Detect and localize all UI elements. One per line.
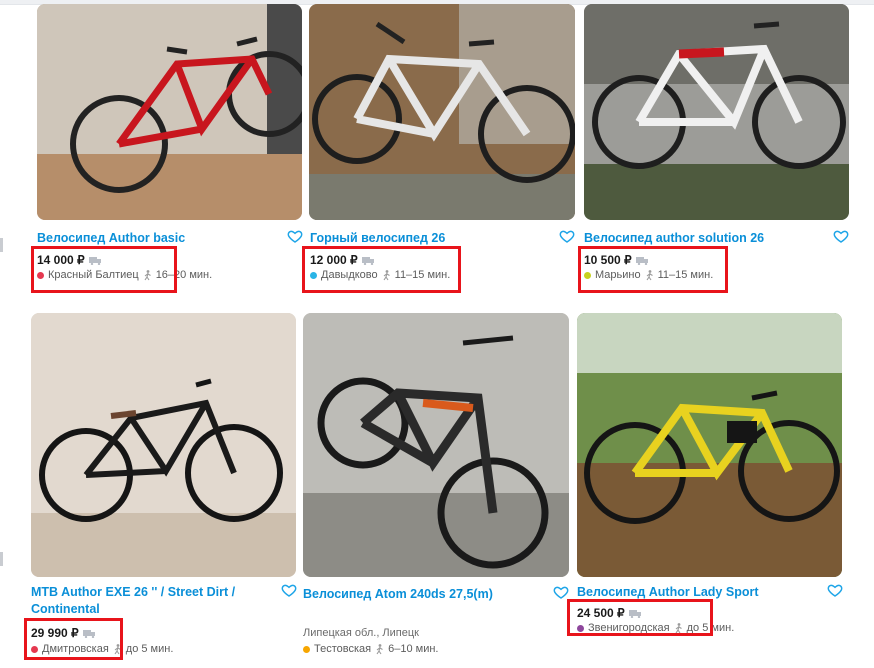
- heart-outline-icon[interactable]: [827, 582, 843, 598]
- listing-price: 10 500 ₽: [584, 253, 649, 267]
- listing-title[interactable]: Велосипед Atom 240ds 27,5(m): [303, 586, 548, 603]
- listing-title[interactable]: Велосипед Author Lady Sport: [577, 584, 822, 601]
- metro-line-dot: [37, 271, 44, 279]
- walk-time: 6–10 мин.: [388, 643, 439, 655]
- walk-time: 16–20 мин.: [155, 269, 213, 281]
- listing-title[interactable]: Велосипед author solution 26: [584, 230, 824, 247]
- heart-outline-icon[interactable]: [553, 584, 569, 600]
- price-value: 29 990 ₽: [31, 626, 79, 640]
- listing-price: 12 000 ₽: [310, 253, 375, 267]
- price-value: 24 500 ₽: [577, 606, 625, 620]
- listing-price: 14 000 ₽: [37, 253, 102, 267]
- listing-location: Тестовская 6–10 мин.: [303, 643, 438, 655]
- listing-photo[interactable]: [37, 4, 302, 220]
- metro-line-dot: [310, 271, 317, 279]
- listing-location: Красный Балтиец 16–20 мин.: [37, 269, 212, 281]
- walking-person-icon: [383, 269, 390, 280]
- bicycle-photo: [37, 4, 302, 220]
- metro-station: Красный Балтиец: [48, 269, 139, 281]
- listing-photo[interactable]: [31, 313, 296, 577]
- listing-title[interactable]: Горный велосипед 26: [310, 230, 550, 247]
- listing-title[interactable]: Велосипед Author basic: [37, 230, 277, 247]
- metro-line-dot: [577, 624, 584, 632]
- truck-icon: [361, 256, 374, 265]
- walk-time: до 5 мин.: [125, 643, 174, 655]
- listing-location: Дмитровская до 5 мин.: [31, 643, 173, 655]
- truck-icon: [628, 609, 641, 618]
- listing-price: 24 500 ₽: [577, 606, 642, 620]
- walking-person-icon: [646, 269, 653, 280]
- walking-person-icon: [376, 643, 383, 654]
- listing-photo[interactable]: [309, 4, 575, 220]
- listing-photo[interactable]: [577, 313, 842, 577]
- bicycle-photo: [577, 313, 842, 577]
- walking-person-icon: [675, 622, 682, 633]
- listing-photo[interactable]: [584, 4, 849, 220]
- listing-photo[interactable]: [303, 313, 569, 577]
- price-value: 14 000 ₽: [37, 253, 85, 267]
- truck-icon: [88, 256, 101, 265]
- metro-station: Тестовская: [314, 643, 372, 655]
- scroll-edge-marker: [0, 238, 3, 252]
- walking-person-icon: [114, 643, 121, 654]
- price-value: 12 000 ₽: [310, 253, 358, 267]
- truck-icon: [82, 629, 95, 638]
- bicycle-photo: [309, 4, 575, 220]
- heart-outline-icon[interactable]: [559, 228, 575, 244]
- walk-time: 11–15 мин.: [657, 269, 714, 281]
- metro-line-dot: [584, 271, 591, 279]
- bicycle-photo: [303, 313, 569, 577]
- listing-price: 29 990 ₽: [31, 626, 96, 640]
- scroll-edge-marker: [0, 552, 3, 566]
- listing-location: Давыдково 11–15 мин.: [310, 269, 450, 281]
- walk-time: 11–15 мин.: [394, 269, 451, 281]
- metro-station: Дмитровская: [42, 643, 109, 655]
- metro-station: Звенигородская: [588, 622, 670, 634]
- heart-outline-icon[interactable]: [281, 582, 297, 598]
- bicycle-photo: [584, 4, 849, 220]
- metro-station: Марьино: [595, 269, 641, 281]
- listing-location: Звенигородская до 5 мин.: [577, 622, 734, 634]
- heart-outline-icon[interactable]: [287, 228, 303, 244]
- metro-line-dot: [303, 645, 310, 653]
- metro-station: Давыдково: [321, 269, 378, 281]
- bicycle-photo: [31, 313, 296, 577]
- metro-line-dot: [31, 645, 38, 653]
- walking-person-icon: [144, 269, 151, 280]
- price-value: 10 500 ₽: [584, 253, 632, 267]
- listing-title[interactable]: MTB Author EXE 26 '' / Street Dirt / Con…: [31, 584, 276, 618]
- truck-icon: [635, 256, 648, 265]
- heart-outline-icon[interactable]: [833, 228, 849, 244]
- listing-location: Марьино 11–15 мин.: [584, 269, 713, 281]
- listing-address: Липецкая обл., Липецк: [303, 627, 419, 639]
- walk-time: до 5 мин.: [686, 622, 735, 634]
